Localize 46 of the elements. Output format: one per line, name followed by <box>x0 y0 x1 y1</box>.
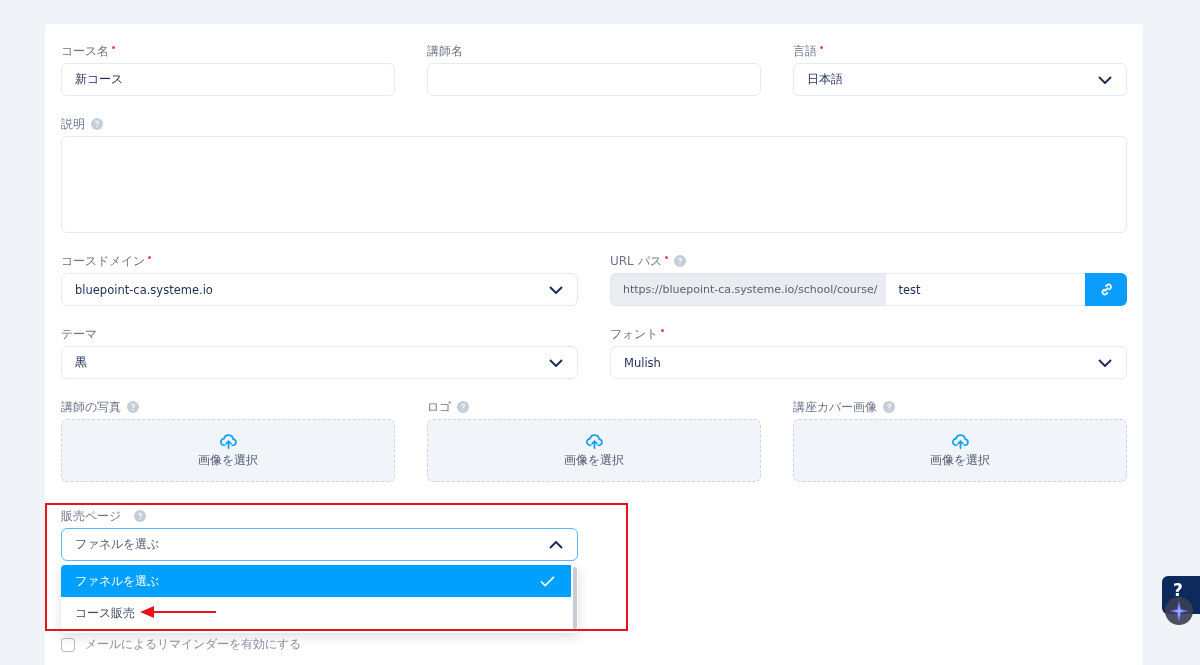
field-label: フォント <box>610 325 658 343</box>
select-field[interactable]: bluepoint-ca.systeme.io <box>61 273 578 306</box>
field-label: 説明 <box>61 115 85 133</box>
url-prefix: https://bluepoint-ca.systeme.io/school/course/ <box>610 273 886 306</box>
help-icon[interactable] <box>883 401 895 413</box>
field-label: 講師の写真 <box>61 398 121 416</box>
cloud-upload-icon <box>219 433 237 449</box>
chevron-down-icon <box>1098 358 1112 367</box>
select-field[interactable]: Mulish <box>610 346 1127 379</box>
scrollbar[interactable] <box>573 567 577 629</box>
checkbox[interactable] <box>61 637 75 652</box>
url-path-field[interactable]: test <box>885 273 1085 306</box>
help-icon[interactable] <box>127 401 139 413</box>
help-icon[interactable] <box>91 118 103 130</box>
field-label: URL パス <box>610 252 662 270</box>
field-label: 講師名 <box>427 42 463 60</box>
text-field[interactable] <box>427 63 761 96</box>
field-label: コース名 <box>61 42 109 60</box>
help-icon[interactable] <box>134 510 146 522</box>
field-label: コースドメイン <box>61 252 145 270</box>
dropdown-option[interactable]: コース販売 <box>61 597 571 629</box>
sparkle-avatar-icon[interactable] <box>1165 597 1193 625</box>
chevron-down-icon <box>549 358 563 367</box>
chevron-down-icon <box>549 285 563 294</box>
field-label: ロゴ <box>427 398 451 416</box>
cloud-upload-icon <box>951 433 969 449</box>
help-icon[interactable] <box>673 255 686 267</box>
select-field[interactable]: ファネルを選ぶ <box>61 528 578 561</box>
chevron-down-icon <box>1098 75 1112 84</box>
field-label: 言語 <box>793 42 817 60</box>
field-label: テーマ <box>61 325 97 343</box>
field-label: 販売ページ <box>61 507 121 525</box>
link-button[interactable] <box>1085 273 1127 306</box>
text-field[interactable]: 新コース <box>61 63 395 96</box>
help-icon[interactable] <box>457 401 469 413</box>
cloud-upload-icon <box>585 433 603 449</box>
select-field[interactable]: 日本語 <box>793 63 1127 96</box>
check-icon <box>540 575 555 587</box>
image-upload-button[interactable]: 画像を選択 <box>793 419 1127 482</box>
description-field[interactable] <box>61 136 1127 233</box>
field-label: 講座カバー画像 <box>793 398 877 416</box>
select-field[interactable]: 黒 <box>61 346 578 379</box>
image-upload-button[interactable]: 画像を選択 <box>61 419 395 482</box>
image-upload-button[interactable]: 画像を選択 <box>427 419 761 482</box>
checkbox-label: メールによるリマインダーを有効にする <box>85 637 301 652</box>
chevron-up-icon <box>549 540 563 549</box>
